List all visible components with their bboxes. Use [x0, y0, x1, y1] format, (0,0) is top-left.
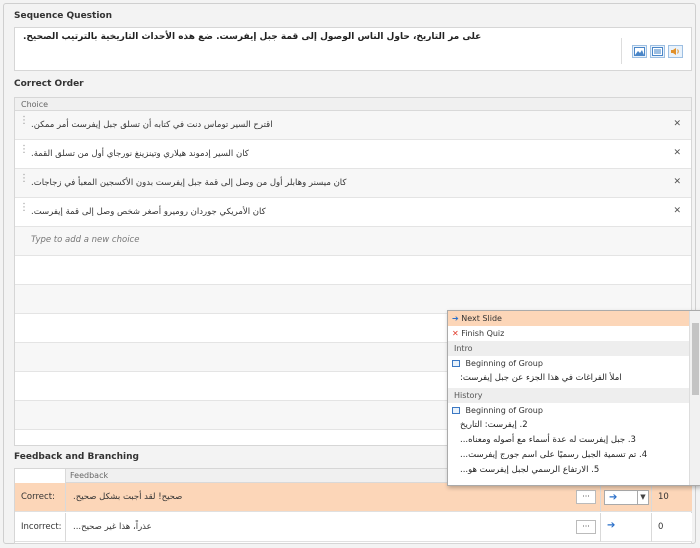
question-editor[interactable]: على مر التاريخ، حاول الناس الوصول إلى قم…: [14, 27, 692, 71]
dropdown-item-finish-quiz[interactable]: ✕ Finish Quiz: [448, 326, 690, 341]
incorrect-feedback-row[interactable]: Incorrect: عذراً، هذا غير صحيح... ··· ➔ …: [15, 513, 692, 542]
group-icon: [452, 360, 460, 367]
insert-audio-button[interactable]: [668, 44, 683, 58]
correct-feedback-text[interactable]: صحيح! لقد أجبت بشكل صحيح.: [73, 492, 182, 502]
dropdown-scrollbar[interactable]: [689, 311, 700, 485]
dropdown-group-history: History: [448, 388, 690, 403]
sequence-question-title: Sequence Question: [14, 11, 113, 21]
dropdown-item-next-slide[interactable]: ➔ Next Slide: [448, 311, 690, 326]
branch-dropdown-list: ➔ Next Slide ✕ Finish Quiz Intro Beginni…: [448, 311, 690, 478]
feedback-branching-title: Feedback and Branching: [14, 452, 139, 462]
choice-row[interactable]: ⋮ كان السير إدموند هيلاري وتينزينغ نورجا…: [15, 140, 691, 169]
correct-feedback-row[interactable]: Correct: صحيح! لقد أجبت بشكل صحيح. ··· ➔…: [15, 483, 692, 512]
incorrect-feedback-text[interactable]: عذراً، هذا غير صحيح...: [73, 522, 152, 532]
arrow-right-icon: ➔: [609, 492, 618, 503]
dropdown-item-label: Finish Quiz: [461, 329, 505, 338]
column-divider: [65, 483, 66, 512]
correct-order-title: Correct Order: [14, 79, 84, 89]
incorrect-score[interactable]: 0: [658, 522, 663, 532]
dropdown-item-label: Next Slide: [461, 314, 502, 323]
remove-choice-icon[interactable]: ✕: [673, 177, 681, 187]
column-divider: [65, 513, 66, 542]
remove-choice-icon[interactable]: ✕: [673, 148, 681, 158]
correct-label: Correct:: [21, 492, 55, 502]
insert-picture-button[interactable]: [632, 44, 647, 58]
dropdown-item-slide[interactable]: 2. إيفرست: التاريخ: [448, 418, 690, 433]
arrow-right-icon: ➔: [452, 314, 459, 323]
correct-score[interactable]: 10: [658, 492, 669, 502]
drag-handle-icon[interactable]: ⋮: [19, 116, 29, 126]
more-options-button[interactable]: ···: [576, 490, 596, 504]
dropdown-item-slide[interactable]: 4. تم تسمية الجبل رسميًا على اسم جورج إي…: [448, 448, 690, 463]
choice-row[interactable]: ⋮ كان ميسنر وهابلر أول من وصل إلى قمة جب…: [15, 169, 691, 198]
dropdown-group-intro: Intro: [448, 341, 690, 356]
remove-choice-icon[interactable]: ✕: [673, 119, 681, 129]
dropdown-item-slide[interactable]: 5. الارتفاع الرسمي لجبل إيفرست هو...: [448, 463, 690, 478]
scrollbar-thumb[interactable]: [692, 323, 699, 395]
dropdown-item-slide[interactable]: 3. جبل إيفرست له عدة أسماء مع أصوله ومعن…: [448, 433, 690, 448]
branch-dropdown[interactable]: ➔ Next Slide ✕ Finish Quiz Intro Beginni…: [447, 310, 700, 486]
remove-choice-icon[interactable]: ✕: [673, 206, 681, 216]
insert-video-button[interactable]: [650, 44, 665, 58]
drag-handle-icon[interactable]: ⋮: [19, 203, 29, 213]
choice-row[interactable]: ⋮ كان الأمريكي جوردان روميرو أصغر شخص وص…: [15, 198, 691, 227]
branch-cell: ➔ ▼: [600, 483, 650, 512]
arrow-right-icon[interactable]: ➔: [607, 520, 615, 531]
choice-text[interactable]: كان الأمريكي جوردان روميرو أصغر شخص وصل …: [31, 207, 266, 217]
dropdown-item-beginning-of-group[interactable]: Beginning of Group: [448, 403, 690, 418]
audio-icon: [671, 47, 679, 55]
choice-text[interactable]: كان ميسنر وهابلر أول من وصل إلى قمة جبل …: [31, 178, 346, 188]
question-text[interactable]: على مر التاريخ، حاول الناس الوصول إلى قم…: [23, 32, 613, 42]
dropdown-item-label: Beginning of Group: [465, 359, 543, 368]
dropdown-item-beginning-of-group[interactable]: Beginning of Group: [448, 356, 690, 371]
video-icon: [652, 46, 663, 56]
new-choice-row[interactable]: Type to add a new choice: [15, 227, 691, 256]
group-icon: [452, 407, 460, 414]
incorrect-label: Incorrect:: [21, 522, 62, 532]
choice-text[interactable]: كان السير إدموند هيلاري وتينزينغ نورجاي …: [31, 149, 249, 159]
empty-row: [15, 256, 691, 285]
branch-cell: ➔: [600, 513, 650, 542]
chevron-down-icon[interactable]: ▼: [637, 491, 648, 504]
score-cell: 0: [651, 513, 692, 542]
score-cell: 10: [651, 483, 692, 512]
choice-column-header: Choice: [15, 98, 691, 111]
branch-select[interactable]: ➔ ▼: [604, 490, 649, 505]
dropdown-item-slide[interactable]: املأ الفراغات في هذا الجزء عن جبل إيفرست…: [448, 371, 690, 388]
question-media-toolbar: [621, 38, 683, 64]
drag-handle-icon[interactable]: ⋮: [19, 174, 29, 184]
drag-handle-icon[interactable]: ⋮: [19, 145, 29, 155]
dropdown-item-label: Beginning of Group: [465, 406, 543, 415]
new-choice-input[interactable]: Type to add a new choice: [31, 235, 139, 245]
picture-icon: [634, 46, 645, 56]
more-options-button[interactable]: ···: [576, 520, 596, 534]
close-icon: ✕: [452, 329, 459, 338]
choice-text[interactable]: اقترح السير توماس دنت في كتابه أن تسلق ج…: [31, 120, 273, 130]
choice-row[interactable]: ⋮ اقترح السير توماس دنت في كتابه أن تسلق…: [15, 111, 691, 140]
